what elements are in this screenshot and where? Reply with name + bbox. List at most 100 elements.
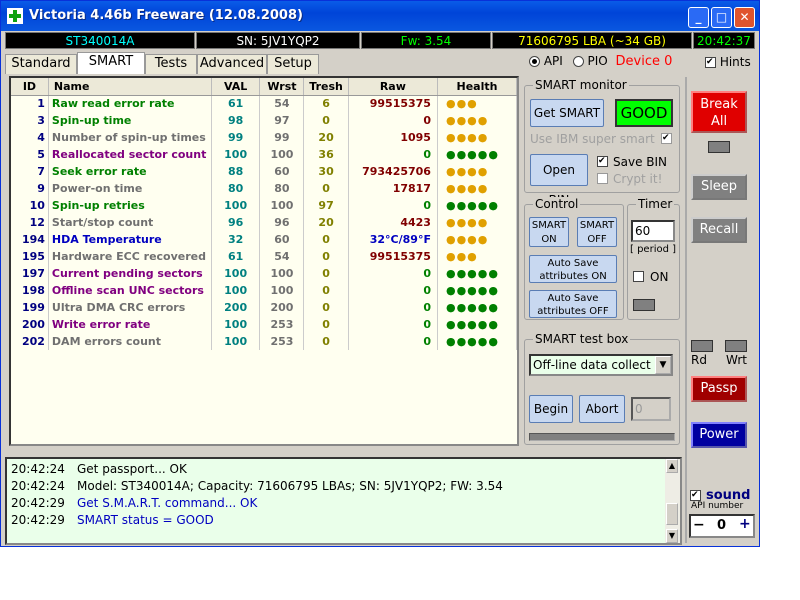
col-name[interactable]: Name xyxy=(48,78,212,96)
table-row[interactable]: 197 Current pending sectors 100 100 0 0 ●●●●● xyxy=(11,265,518,282)
api-radio[interactable] xyxy=(529,56,540,67)
passport-button[interactable]: Passp xyxy=(691,376,747,402)
app-cross-icon xyxy=(7,8,23,24)
increment-icon[interactable]: + xyxy=(739,516,751,532)
attr-health: ●●●● xyxy=(437,231,518,248)
attr-id: 12 xyxy=(11,214,49,231)
maximize-button[interactable]: □ xyxy=(711,7,732,28)
col-id[interactable]: ID xyxy=(11,78,49,96)
decrement-icon[interactable]: − xyxy=(693,517,705,533)
attr-name: Power-on time xyxy=(48,180,212,197)
col-raw[interactable]: Raw xyxy=(348,78,438,96)
attr-val: 88 xyxy=(211,163,261,180)
log-scrollbar[interactable]: ▲ ▼ xyxy=(665,459,680,543)
attr-threshold: 0 xyxy=(303,180,349,197)
recall-button[interactable]: Recall xyxy=(691,217,747,243)
table-row[interactable]: 4 Number of spin-up times 99 99 20 1095 ●●●● xyxy=(11,129,518,146)
attr-name: DAM errors count xyxy=(48,333,212,350)
col-health[interactable]: Health xyxy=(437,78,518,96)
test-counter-input[interactable]: 0 xyxy=(631,397,671,421)
autosave-off-button[interactable]: Auto Save attributes OFF xyxy=(529,290,617,318)
crypt-checkbox[interactable] xyxy=(597,173,608,184)
scroll-up-icon[interactable]: ▲ xyxy=(666,459,678,473)
tab-smart[interactable]: SMART xyxy=(77,52,145,74)
attr-threshold: 0 xyxy=(303,299,349,316)
begin-button[interactable]: Begin xyxy=(529,395,573,423)
table-row[interactable]: 7 Seek error rate 88 60 30 793425706 ●●●● xyxy=(11,163,518,180)
col-tresh[interactable]: Tresh xyxy=(303,78,349,96)
autosave-on-button[interactable]: Auto Save attributes ON xyxy=(529,255,617,283)
col-wrst[interactable]: Wrst xyxy=(259,78,305,96)
smart-test-box-title: SMART test box xyxy=(533,332,631,346)
api-number-stepper[interactable]: − 0 + xyxy=(689,514,755,538)
scroll-down-icon[interactable]: ▼ xyxy=(666,529,678,543)
attr-val: 100 xyxy=(211,282,261,299)
table-row[interactable]: 5 Reallocated sector count 100 100 36 0 ●●●●● xyxy=(11,146,518,163)
attr-health: ●●●● xyxy=(437,129,518,146)
attr-raw: 32°C/89°F xyxy=(348,231,438,248)
hints-checkbox[interactable] xyxy=(705,57,716,68)
timer-group: Timer 60 [ period ] ON xyxy=(627,197,680,320)
main-window: Victoria 4.46b Freeware (12.08.2008) _ □… xyxy=(0,0,760,547)
model-display: ST340014A xyxy=(5,32,195,49)
ibm-super-smart-checkbox[interactable] xyxy=(661,133,672,144)
table-row[interactable]: 1 Raw read error rate 61 54 6 99515375 ●●● xyxy=(11,95,518,112)
attr-val: 96 xyxy=(211,214,261,231)
sleep-button[interactable]: Sleep xyxy=(691,174,747,200)
attr-raw: 0 xyxy=(348,112,438,129)
sound-checkbox[interactable] xyxy=(690,490,701,501)
table-row[interactable]: 12 Start/stop count 96 96 20 4423 ●●●● xyxy=(11,214,518,231)
attr-worst: 253 xyxy=(259,333,305,350)
table-row[interactable]: 195 Hardware ECC recovered 61 54 0 99515375 ●●… xyxy=(11,248,518,265)
minimize-button[interactable]: _ xyxy=(688,7,709,28)
attr-name: Hardware ECC recovered xyxy=(48,248,212,265)
attr-val: 61 xyxy=(211,248,261,265)
attr-raw: 0 xyxy=(348,333,438,350)
attr-worst: 100 xyxy=(259,265,305,282)
attr-worst: 54 xyxy=(259,248,305,265)
smart-on-button[interactable]: SMART ON xyxy=(529,217,569,247)
tab-standard[interactable]: Standard xyxy=(5,54,77,74)
table-row[interactable]: 200 Write error rate 100 253 0 0 ●●●●● xyxy=(11,316,518,333)
get-smart-button[interactable]: Get SMART xyxy=(530,99,604,127)
close-button[interactable]: ✕ xyxy=(734,7,755,28)
timer-on-checkbox[interactable] xyxy=(633,271,644,282)
table-row[interactable]: 199 Ultra DMA CRC errors 200 200 0 0 ●●●●● xyxy=(11,299,518,316)
attr-raw: 793425706 xyxy=(348,163,438,180)
tab-tests[interactable]: Tests xyxy=(145,54,197,74)
table-row[interactable]: 9 Power-on time 80 80 0 17817 ●●●● xyxy=(11,180,518,197)
timer-input[interactable]: 60 xyxy=(631,220,675,242)
table-row[interactable]: 3 Spin-up time 98 97 0 0 ●●●● xyxy=(11,112,518,129)
break-all-button[interactable]: Break All xyxy=(691,91,747,133)
table-row[interactable]: 194 HDA Temperature 32 60 0 32°C/89°F ●●●● xyxy=(11,231,518,248)
attr-health: ●●● xyxy=(437,95,518,112)
smart-off-button[interactable]: SMART OFF xyxy=(577,217,617,247)
attr-val: 61 xyxy=(211,95,261,112)
scroll-thumb[interactable] xyxy=(666,503,678,525)
col-val[interactable]: VAL xyxy=(211,78,261,96)
table-row[interactable]: 198 Offline scan UNC sectors 100 100 0 0 ●●●●● xyxy=(11,282,518,299)
chevron-down-icon[interactable]: ▼ xyxy=(655,356,671,374)
power-button[interactable]: Power xyxy=(691,422,747,448)
attr-threshold: 20 xyxy=(303,129,349,146)
attr-name: Current pending sectors xyxy=(48,265,212,282)
test-type-select[interactable]: Off-line data collect ▼ xyxy=(529,354,673,376)
pio-radio[interactable] xyxy=(572,56,584,67)
wrt-label: Wrt xyxy=(726,353,747,367)
attr-health: ●●● xyxy=(437,248,518,265)
tab-advanced[interactable]: Advanced xyxy=(197,54,267,74)
smart-monitor-title: SMART monitor xyxy=(533,78,629,92)
attr-id: 5 xyxy=(11,146,49,163)
tab-setup[interactable]: Setup xyxy=(267,54,319,74)
attr-threshold: 0 xyxy=(303,282,349,299)
abort-button[interactable]: Abort xyxy=(579,395,625,423)
save-bin-checkbox[interactable] xyxy=(597,156,608,167)
log-time: 20:42:29 xyxy=(11,513,65,527)
attr-raw: 0 xyxy=(348,197,438,214)
attr-threshold: 0 xyxy=(303,112,349,129)
attr-threshold: 0 xyxy=(303,265,349,282)
hints-toggle[interactable]: Hints xyxy=(705,55,751,69)
open-bin-button[interactable]: Open BIN xyxy=(530,154,588,207)
table-row[interactable]: 202 DAM errors count 100 253 0 0 ●●●●● xyxy=(11,333,518,350)
table-row[interactable]: 10 Spin-up retries 100 100 97 0 ●●●●● xyxy=(11,197,518,214)
